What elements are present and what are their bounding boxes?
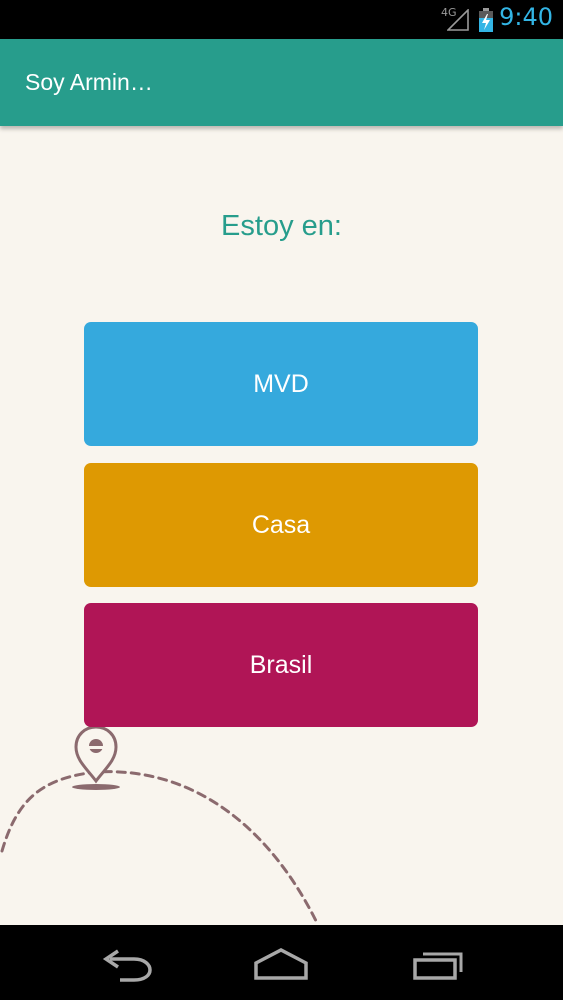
back-button[interactable] bbox=[90, 939, 160, 987]
recent-apps-button[interactable] bbox=[405, 939, 475, 987]
back-arrow-icon bbox=[102, 949, 152, 982]
status-clock: 9:40 bbox=[499, 3, 553, 31]
navigation-bar bbox=[0, 925, 563, 1000]
brasil-button[interactable]: Brasil bbox=[84, 603, 478, 727]
signal-icon bbox=[447, 9, 469, 31]
action-bar: Soy Armin… bbox=[0, 39, 563, 126]
map-pin-icon bbox=[72, 725, 120, 790]
battery-icon bbox=[479, 8, 493, 32]
home-icon bbox=[254, 948, 308, 980]
casa-button[interactable]: Casa bbox=[84, 463, 478, 587]
mvd-button[interactable]: MVD bbox=[84, 322, 478, 446]
recent-apps-icon bbox=[413, 952, 463, 980]
home-button[interactable] bbox=[246, 939, 316, 987]
location-heading: Estoy en: bbox=[221, 210, 342, 242]
status-bar: 4G 9:40 bbox=[0, 0, 563, 39]
main-content: Estoy en: MVD Casa Brasil bbox=[0, 126, 563, 925]
app-title: Soy Armin… bbox=[25, 69, 153, 95]
